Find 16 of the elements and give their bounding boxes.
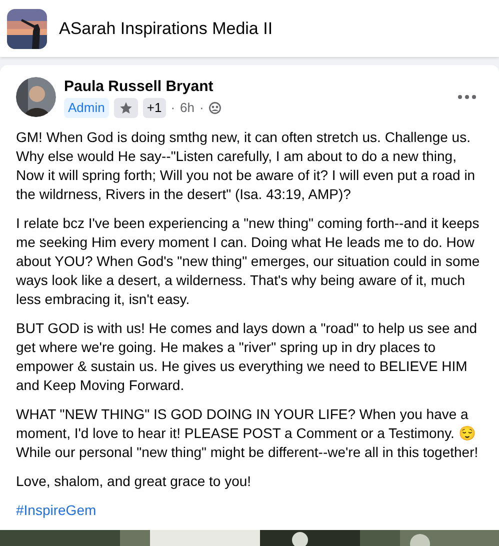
separator: ·	[170, 99, 176, 118]
group-audience-icon	[208, 102, 221, 114]
star-badge-icon	[114, 98, 138, 118]
separator: ·	[200, 99, 204, 118]
post-paragraph: BUT GOD is with us! He comes and lays down a "road" to help us see and get where we're going. He makes a "river" spring up in dry places to empower & sustain us. He gives us everything we need to BELIEVE HIM and Keep Moving Forward.	[16, 319, 478, 395]
post-time[interactable]: 6h	[180, 98, 194, 118]
group-name[interactable]: ASarah Inspirations Media II	[59, 16, 273, 42]
post-paragraph: I relate bcz I've been experiencing a "new thing" coming forth--and it keeps me seeking Him every moment I can. Doing what He leads me to do. How about YOU? When God's "new thing" emerges, our situation could in some ways look like a desert, a wilderness. That's why being aware of it, much less embracing it, isn't easy.	[16, 214, 481, 309]
post-paragraph: GM! When God is doing smthg new, it can often stretch us. Challenge us. Why else would He say--"Listen carefully, I am about to do a new thing, Now it will spring forth; Will you not be aware of it? I will even put a road in the wildrness, Rivers in the desert" (Isa. 43:19, AMP)?	[16, 128, 476, 204]
role-badge: Admin	[64, 98, 109, 118]
post-paragraph: Love, shalom, and great grace to you!	[16, 472, 252, 491]
badge-count[interactable]: +1	[142, 98, 166, 118]
post-paragraph: WHAT "NEW THING" IS GOD DOING IN YOUR LIFE? When you have a moment, I'd love to hear it! PLEASE POST a Comment or a Testimony. 😌 While our personal "new thing" might be different--we're all in this together!	[16, 405, 480, 462]
author-name[interactable]: Paula Russell Bryant	[64, 77, 451, 97]
more-icon	[458, 95, 476, 99]
hashtag-link[interactable]: #InspireGem	[16, 502, 96, 518]
